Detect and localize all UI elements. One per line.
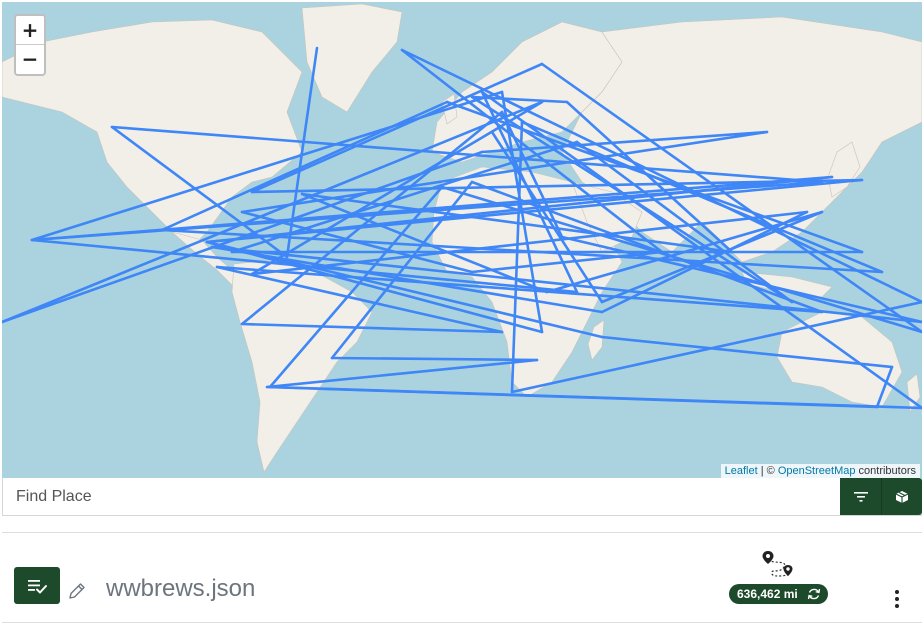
list-button[interactable] [14,567,60,604]
distance-badge: 636,462 mi [729,584,828,604]
route-pins-icon [762,551,793,577]
cube-icon [895,490,909,503]
attribution-separator: | © [757,465,778,477]
kebab-menu-icon[interactable] [889,588,905,610]
map[interactable]: + − Leaflet | © OpenStreetMap contributo… [2,2,922,478]
section-divider-top [2,532,922,533]
world-basemap [2,2,922,478]
filter-button[interactable] [840,478,881,515]
filter-icon [853,491,868,502]
find-place-input[interactable] [3,478,839,515]
attribution-suffix: contributors [855,465,916,477]
search-bar [2,478,922,516]
pencil-icon[interactable] [67,581,87,601]
leaflet-link[interactable]: Leaflet [725,465,758,477]
distance-value: 636,462 mi [737,587,798,601]
kebab-dot [895,604,899,608]
zoom-in-button[interactable]: + [16,16,44,45]
zoom-control: + − [14,14,46,76]
refresh-icon[interactable] [807,587,821,601]
kebab-dot [895,590,899,594]
section-divider-bottom [2,622,922,623]
zoom-out-button[interactable]: − [16,45,44,74]
list-check-icon [28,579,47,593]
osm-link[interactable]: OpenStreetMap [778,465,856,477]
kebab-dot [895,597,899,601]
map-attribution: Leaflet | © OpenStreetMap contributors [720,464,920,478]
cube-button[interactable] [881,478,922,515]
app: + − Leaflet | © OpenStreetMap contributo… [0,0,924,627]
file-name: wwbrews.json [106,575,256,602]
